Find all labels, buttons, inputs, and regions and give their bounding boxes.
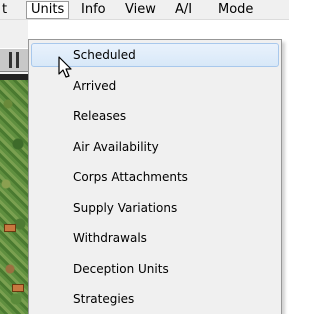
menu-item-supply-variations[interactable]: Supply Variations (31, 196, 279, 220)
game-map[interactable] (0, 74, 28, 314)
menu-bar: t Units Info View A/I Mode (0, 0, 289, 20)
menu-item-releases[interactable]: Releases (31, 104, 279, 128)
menu-units[interactable]: Units (26, 1, 70, 19)
map-unit-counter[interactable] (12, 284, 24, 292)
arrow-pointer-icon (58, 56, 72, 78)
menu-truncated[interactable]: t (2, 1, 7, 19)
game-toolbar (0, 48, 28, 72)
menu-item-strategies[interactable]: Strategies (31, 287, 279, 311)
menu-info[interactable]: Info (81, 1, 106, 19)
map-border (0, 74, 28, 80)
menu-mode[interactable]: Mode (218, 1, 253, 19)
menu-item-corps-attachments[interactable]: Corps Attachments (31, 165, 279, 189)
menu-view[interactable]: View (125, 1, 156, 19)
units-dropdown-menu: Scheduled Arrived Releases Air Availabil… (28, 39, 282, 314)
menu-item-air-availability[interactable]: Air Availability (31, 135, 279, 159)
map-unit-counter[interactable] (4, 224, 16, 232)
menu-ai[interactable]: A/I (175, 1, 192, 19)
menu-item-withdrawals[interactable]: Withdrawals (31, 226, 279, 250)
menu-item-deception-units[interactable]: Deception Units (31, 257, 279, 281)
game-window-edge (0, 20, 28, 314)
